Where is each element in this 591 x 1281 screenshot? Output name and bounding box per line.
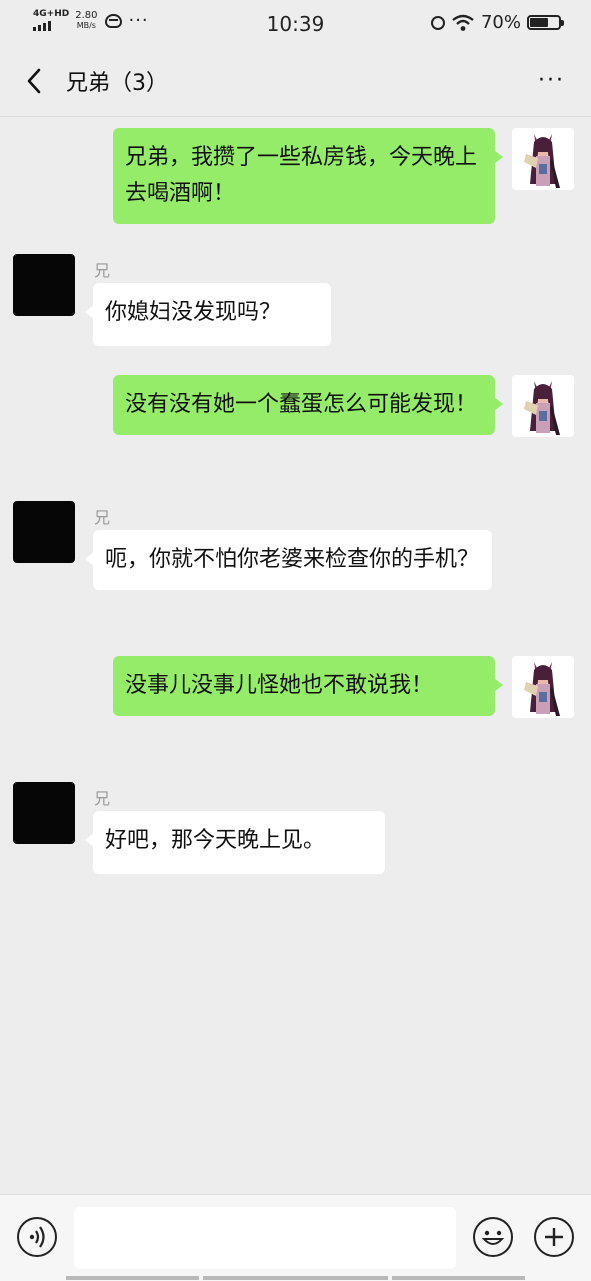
contact-avatar[interactable]	[13, 501, 75, 563]
status-bar: 4G+HD 2.80 MB/s ··· 10:39 70%	[0, 0, 591, 46]
contact-avatar[interactable]	[13, 254, 75, 316]
back-icon[interactable]	[20, 64, 50, 98]
battery-percent: 70%	[480, 12, 521, 33]
message-bubble[interactable]: 没事儿没事儿怪她也不敢说我！	[113, 656, 503, 716]
input-bar	[0, 1194, 591, 1281]
chat-title: 兄弟（3）	[66, 71, 168, 96]
voice-wave-glyph	[29, 1226, 45, 1248]
my-avatar[interactable]	[512, 128, 574, 190]
gesture-bar-segment	[203, 1276, 388, 1280]
gesture-bar-segment	[392, 1276, 525, 1280]
battery-icon	[527, 15, 564, 30]
status-right: 70%	[430, 12, 564, 33]
voice-icon[interactable]	[17, 1217, 57, 1257]
emoji-icon[interactable]	[473, 1217, 513, 1257]
character-avatar-image	[512, 656, 574, 718]
message-input[interactable]	[74, 1207, 456, 1269]
alarm-icon	[430, 15, 445, 30]
smiley-glyph	[481, 1230, 505, 1245]
message-bubble[interactable]: 没有没有她一个蠢蛋怎么可能发现！	[113, 375, 503, 435]
gesture-bar-segment	[66, 1276, 199, 1280]
plus-glyph	[545, 1228, 563, 1246]
character-avatar-image	[512, 375, 574, 437]
my-avatar[interactable]	[512, 375, 574, 437]
chat-header: 兄弟（3） ···	[0, 46, 591, 117]
wifi-icon	[452, 14, 474, 31]
message-bubble[interactable]: 你媳妇没发现吗？	[85, 283, 331, 346]
message-bubble[interactable]: 好吧，那今天晚上见。	[85, 811, 385, 874]
contact-avatar[interactable]	[13, 782, 75, 844]
character-avatar-image	[512, 128, 574, 190]
my-avatar[interactable]	[512, 656, 574, 718]
message-bubble[interactable]: 兄弟，我攒了一些私房钱，今天晚上去喝酒啊！	[113, 128, 503, 224]
more-options-button[interactable]: ···	[538, 68, 565, 93]
message-bubble[interactable]: 呃，你就不怕你老婆来检查你的手机？	[85, 530, 492, 590]
add-icon[interactable]	[534, 1217, 574, 1257]
